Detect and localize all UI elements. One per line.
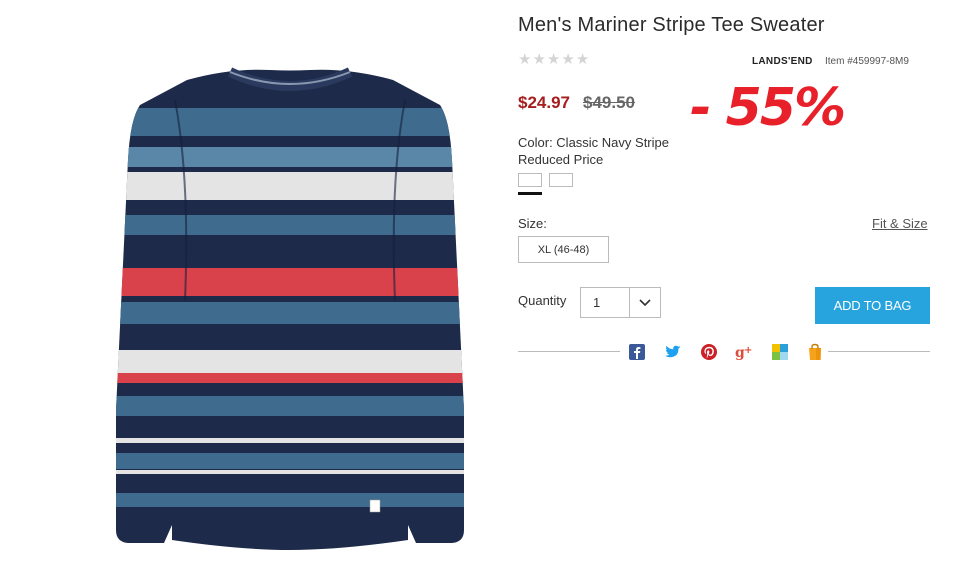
add-to-bag-button[interactable]: ADD TO BAG — [815, 287, 930, 324]
divider-right — [828, 351, 930, 352]
quantity-select[interactable]: 1 — [580, 287, 661, 318]
selected-swatch-indicator — [518, 192, 542, 195]
shopping-bag-icon[interactable] — [805, 342, 825, 362]
chevron-down-icon — [630, 298, 660, 307]
star-icon: ★ — [575, 51, 590, 68]
divider-left — [518, 351, 620, 352]
facebook-icon[interactable] — [627, 342, 647, 362]
product-title: Men's Mariner Stripe Tee Sweater — [518, 14, 825, 36]
google-plus-icon[interactable]: g + — [734, 342, 754, 362]
star-icon: ★ — [518, 51, 532, 68]
quantity-value: 1 — [593, 295, 601, 310]
color-swatch-2[interactable] — [549, 173, 573, 187]
share-bar: g + — [627, 342, 825, 364]
svg-text:+: + — [744, 345, 752, 356]
twitter-icon[interactable] — [663, 342, 683, 362]
star-rating[interactable]: ★ ★ ★ ★ ★ — [518, 52, 589, 67]
fit-size-link[interactable]: Fit & Size — [872, 216, 928, 231]
polyvore-icon[interactable] — [770, 342, 790, 362]
brand-logo: LANDS'END — [752, 56, 813, 67]
sale-price: $24.97 — [518, 93, 570, 112]
star-icon: ★ — [532, 51, 546, 68]
price-note: Reduced Price — [518, 152, 604, 167]
color-swatch-1[interactable] — [518, 173, 542, 187]
item-number: Item #459997-8M9 — [825, 56, 909, 67]
size-label: Size: — [518, 216, 547, 231]
pinterest-icon[interactable] — [699, 342, 719, 362]
star-icon: ★ — [561, 51, 575, 68]
original-price: $49.50 — [583, 93, 635, 112]
quantity-label: Quantity — [518, 293, 567, 308]
product-image — [116, 67, 464, 550]
size-option-button[interactable]: XL (46-48) — [518, 236, 609, 263]
discount-badge: - 55% — [690, 78, 846, 138]
star-icon: ★ — [546, 51, 561, 68]
color-label: Color: Classic Navy Stripe — [518, 135, 669, 150]
